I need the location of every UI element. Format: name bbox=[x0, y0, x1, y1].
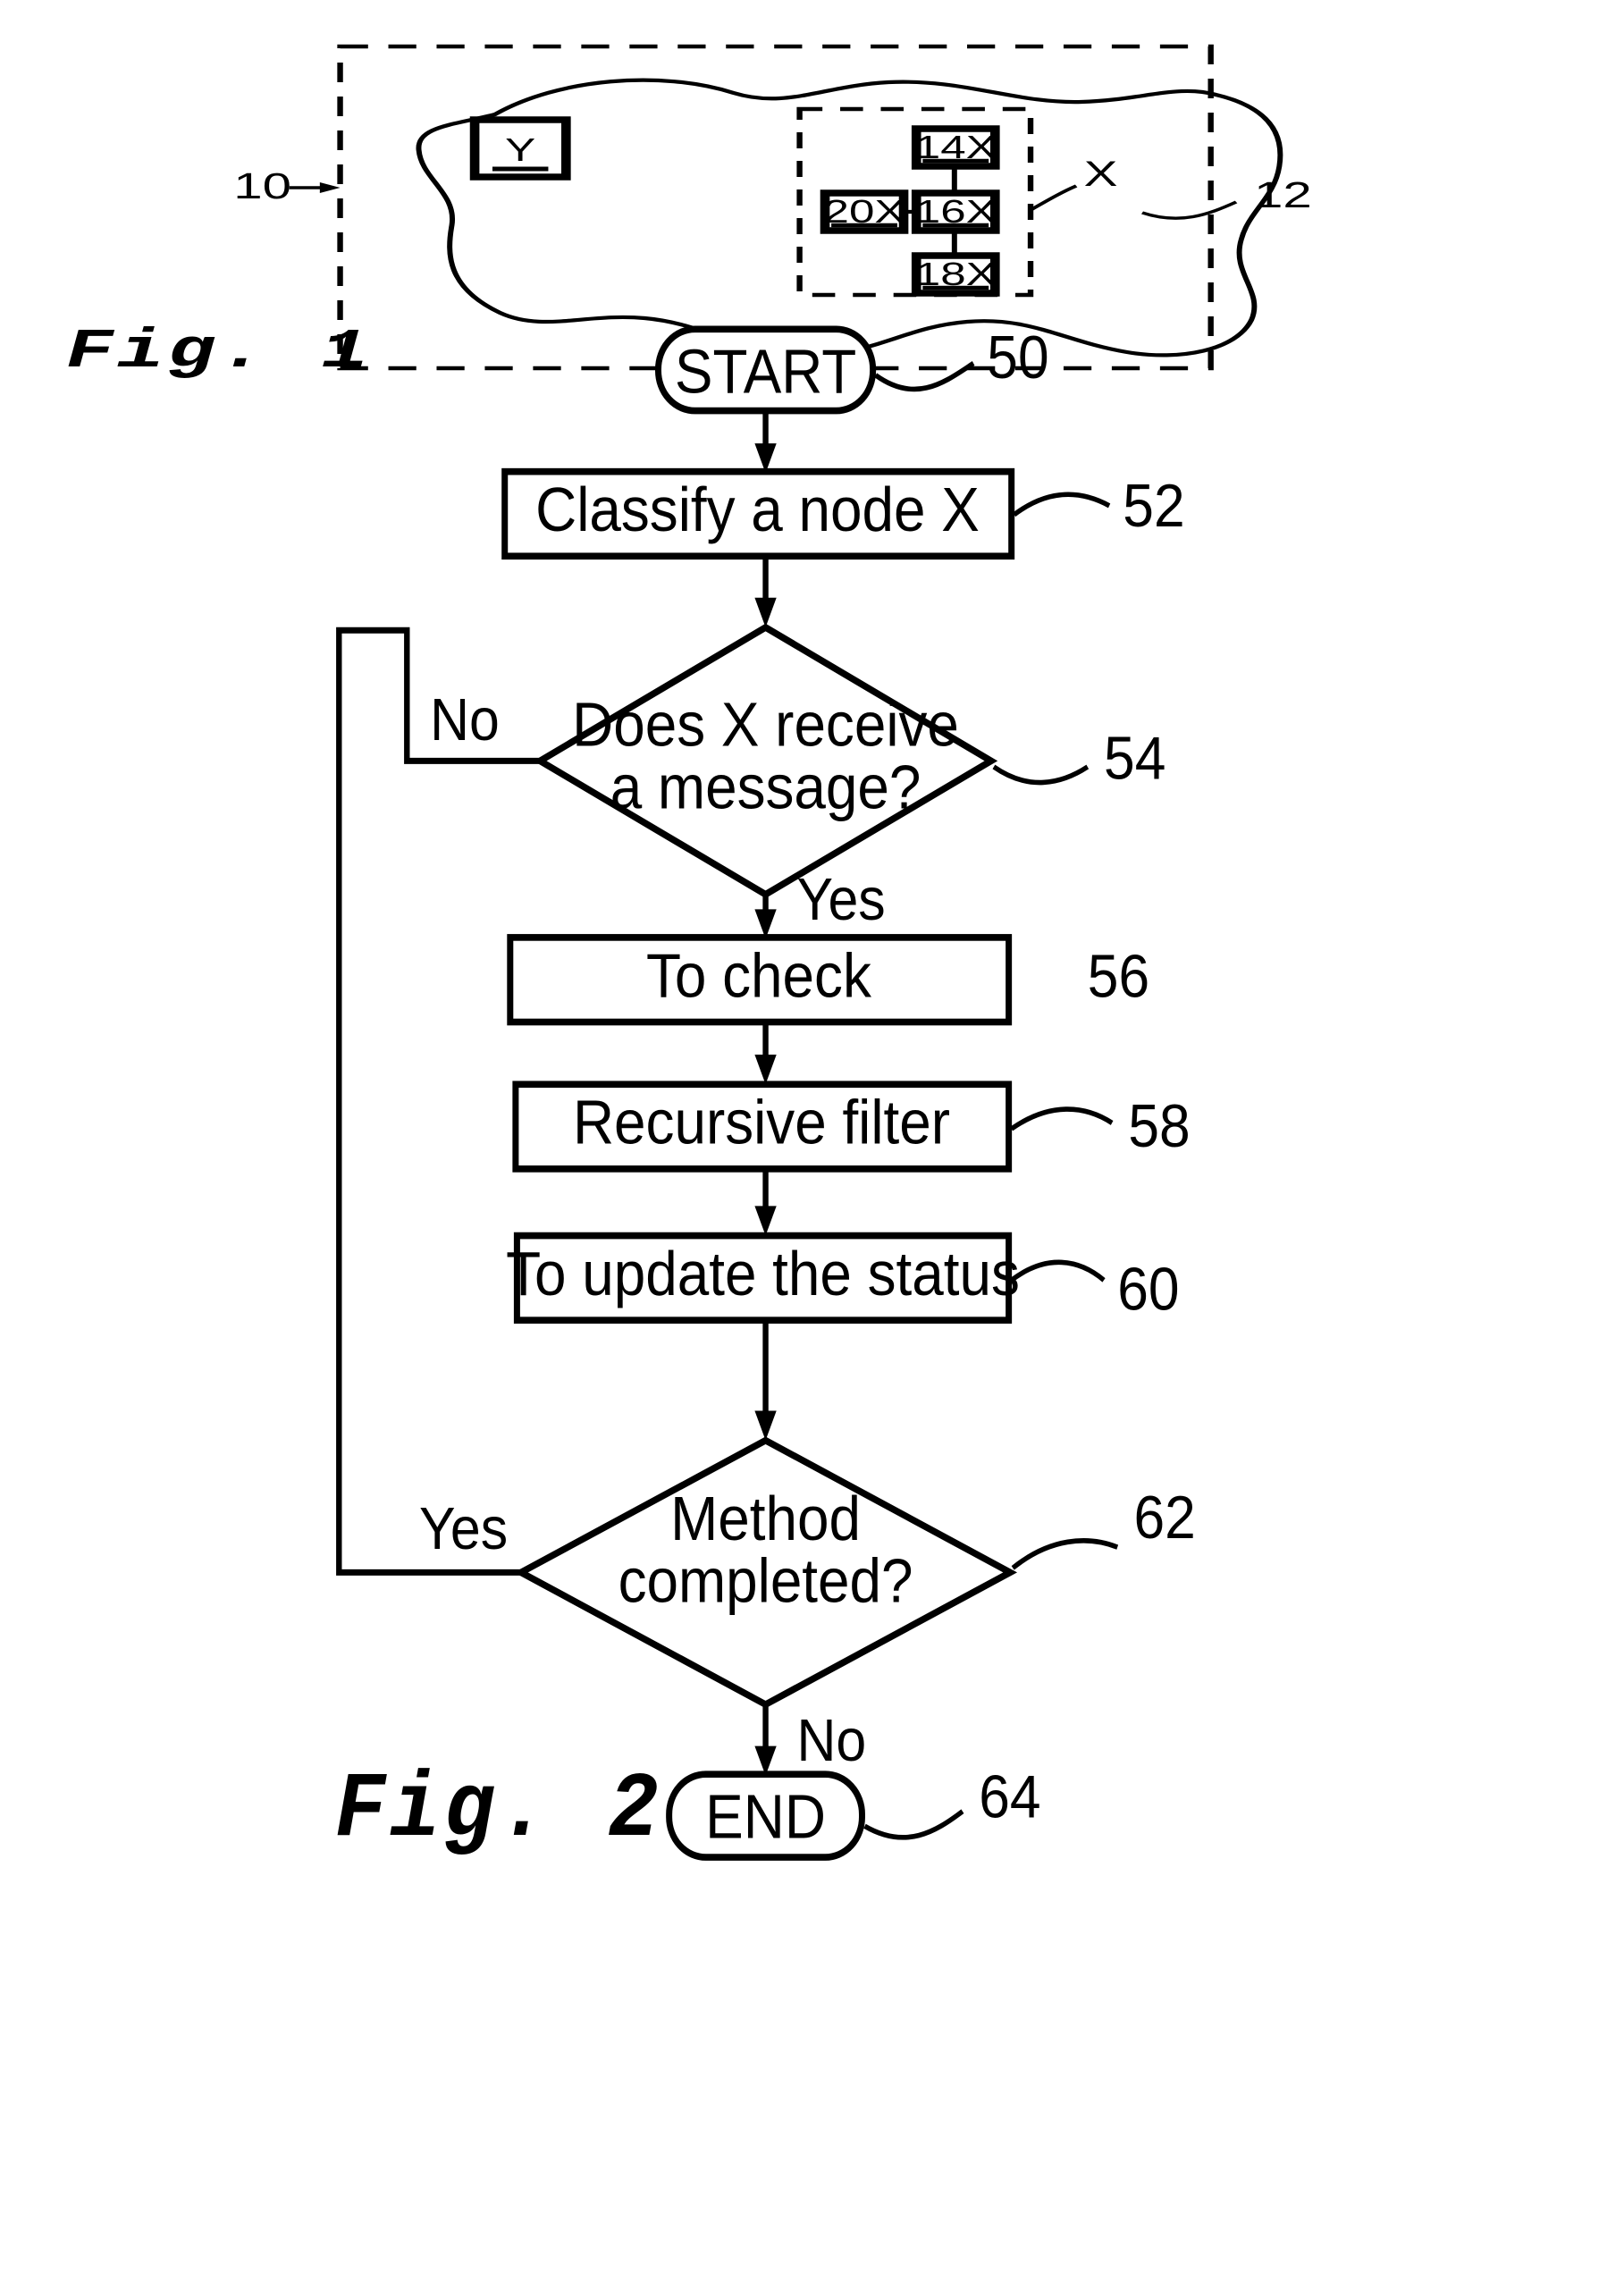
ref-50-label: 50 bbox=[987, 324, 1048, 391]
ref-10-arrowhead bbox=[319, 182, 341, 193]
ref-12-leader bbox=[1140, 200, 1238, 220]
arrowhead-classify-to-decision54 bbox=[754, 597, 777, 627]
ref-12-label: 12 bbox=[1254, 174, 1312, 215]
figure-2-caption: Fig. 2 bbox=[335, 1759, 663, 1863]
flow-node-end: END bbox=[666, 1771, 865, 1861]
branch-label-no-62: No bbox=[797, 1708, 867, 1774]
flow-node-recursive-filter: Recursive filter bbox=[512, 1081, 1013, 1173]
ref-58-leader bbox=[1010, 1106, 1114, 1131]
flow-node-update-status-label: To update the status bbox=[506, 1239, 1020, 1308]
flow-node-decision-message-line2: a message? bbox=[610, 753, 921, 822]
ref-62-label: 62 bbox=[1133, 1484, 1195, 1552]
node-16X: 16X bbox=[911, 189, 1000, 234]
ref-10-label: 10 bbox=[233, 165, 291, 206]
flow-node-to-check: To check bbox=[507, 934, 1013, 1026]
flow-node-decision-message-line1: Does X receive bbox=[572, 690, 959, 760]
flow-node-decision-completed-line1: Method bbox=[670, 1484, 861, 1553]
figure-2-group: START 50 Classify a node X 52 Does X rec… bbox=[335, 324, 1196, 1863]
node-Y-label: Y bbox=[505, 132, 535, 168]
cluster-ref-X: X bbox=[1084, 155, 1118, 194]
ref-64-leader bbox=[863, 1809, 964, 1840]
ref-60-leader bbox=[1010, 1259, 1106, 1283]
ref-54-label: 54 bbox=[1104, 724, 1165, 792]
ref-64-label: 64 bbox=[979, 1762, 1040, 1830]
node-20X: 20X bbox=[820, 189, 909, 234]
node-14X: 14X bbox=[911, 125, 1000, 170]
branch-label-yes-54: Yes bbox=[797, 867, 886, 933]
ref-52-leader bbox=[1013, 492, 1111, 517]
figure-1-caption: Fig. 1 bbox=[66, 321, 372, 383]
ref-58-label: 58 bbox=[1128, 1091, 1190, 1159]
flow-node-decision-message: Does X receive a message? bbox=[533, 623, 998, 899]
ref-54-leader bbox=[992, 764, 1090, 786]
flow-node-end-label: END bbox=[705, 1782, 826, 1852]
node-18X: 18X bbox=[911, 252, 1000, 297]
flow-node-update-status: To update the status bbox=[506, 1232, 1020, 1324]
flow-node-classify-label: Classify a node X bbox=[535, 475, 980, 544]
outer-dashed-boundary bbox=[337, 44, 1214, 371]
ref-56-label: 56 bbox=[1088, 942, 1149, 1010]
branch-label-no-54: No bbox=[430, 687, 500, 753]
flow-node-decision-completed-line2: completed? bbox=[618, 1546, 913, 1616]
flow-node-decision-completed: Method completed? bbox=[514, 1436, 1018, 1709]
node-Y: Y bbox=[469, 116, 571, 181]
patent-drawing-sheet: Y 14X 20X 16X 18X X 10 12 Fig. 1 START 5… bbox=[0, 0, 1624, 2271]
arrowhead-tocheck-to-recursive bbox=[754, 1055, 777, 1085]
arrowhead-update-to-decision62 bbox=[754, 1410, 777, 1441]
flow-node-classify: Classify a node X bbox=[501, 467, 1015, 560]
figure-canvas: Y 14X 20X 16X 18X X 10 12 Fig. 1 START 5… bbox=[66, 44, 1312, 1863]
arrowhead-recursive-to-update bbox=[754, 1206, 777, 1236]
leader-line-X bbox=[1029, 184, 1078, 212]
ref-52-label: 52 bbox=[1123, 472, 1184, 540]
flow-node-recursive-filter-label: Recursive filter bbox=[573, 1088, 950, 1157]
ref-60-label: 60 bbox=[1117, 1255, 1179, 1323]
flow-node-start: START bbox=[654, 325, 877, 415]
flow-node-start-label: START bbox=[675, 337, 856, 407]
edge-decision54-no-feedback bbox=[336, 627, 541, 1576]
branch-label-yes-62: Yes bbox=[419, 1495, 508, 1561]
ref-62-leader bbox=[1011, 1538, 1119, 1570]
flow-node-to-check-label: To check bbox=[646, 941, 871, 1011]
